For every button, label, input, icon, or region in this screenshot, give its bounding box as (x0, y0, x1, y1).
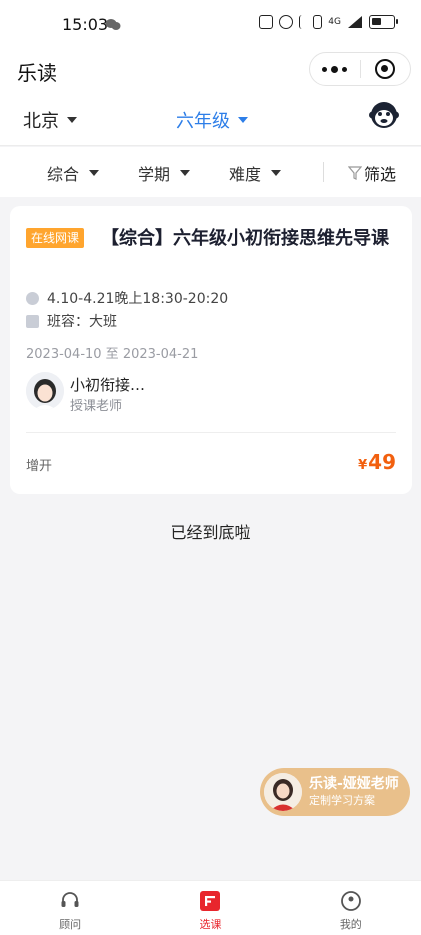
status-bar: 15:03 4G (0, 0, 421, 48)
nfc-icon (259, 15, 274, 29)
miniapp-capsule (309, 52, 411, 86)
difficulty-dropdown[interactable]: 难度 (229, 161, 282, 185)
vibrate-icon (313, 15, 323, 29)
network-label: 4G (328, 17, 341, 27)
caret-down-icon (67, 117, 77, 123)
funnel-icon (348, 166, 362, 180)
app-header: 乐读 (0, 48, 421, 92)
caret-down-icon (238, 117, 248, 123)
sort-dropdown[interactable]: 综合 (47, 161, 100, 185)
teacher-avatar (26, 372, 64, 410)
target-icon (375, 59, 396, 79)
close-miniapp-button[interactable] (360, 59, 410, 79)
tab-label: 选课 (199, 918, 222, 931)
screen-filter-button[interactable]: 筛选 (348, 161, 396, 185)
tab-courses[interactable]: 选课 (140, 881, 280, 935)
teacher-name: 小初衔接… (70, 376, 146, 394)
more-options-icon[interactable] (310, 65, 360, 73)
term-dropdown[interactable]: 学期 (138, 161, 191, 185)
price-value: 49 (368, 450, 396, 474)
mascot-avatar-icon[interactable] (369, 100, 399, 130)
consultant-avatar (264, 773, 302, 811)
status-time: 15:03 (62, 15, 109, 34)
tab-advisor[interactable]: 顾问 (0, 881, 140, 935)
price-currency: ¥ (358, 458, 368, 473)
seat-status: 增开 (26, 459, 53, 474)
bluetooth-icon (299, 15, 307, 29)
card-divider (26, 432, 396, 433)
course-price: ¥ 49 (358, 450, 396, 474)
message-icon (105, 19, 121, 30)
class-type: 班容：大班 (47, 314, 117, 330)
grade-selector[interactable]: 六年级 (176, 107, 248, 133)
battery-icon (369, 15, 398, 29)
class-type-row: 班容：大班 (26, 311, 117, 331)
difficulty-label: 难度 (229, 165, 262, 184)
tab-mine[interactable]: 我的 (281, 881, 421, 935)
city-label: 北京 (23, 111, 59, 132)
location-grade-bar: 北京 六年级 (0, 92, 421, 146)
caret-down-icon (180, 170, 191, 176)
status-icons: 4G (259, 15, 398, 29)
signal-icon (348, 16, 362, 28)
class-icon (26, 314, 39, 328)
grade-label: 六年级 (176, 111, 230, 132)
profile-icon (339, 889, 363, 913)
caret-down-icon (271, 170, 282, 176)
tab-label: 我的 (339, 918, 362, 931)
term-label: 学期 (138, 165, 171, 184)
course-date-range: 2023-04-10 至 2023-04-21 (26, 347, 199, 362)
course-select-icon (198, 889, 222, 913)
bottom-tabbar: 顾问 选课 我的 (0, 880, 421, 935)
headset-icon (58, 889, 82, 913)
course-filter-bar: 综合 学期 难度 筛选 (0, 147, 421, 197)
consult-subtitle: 定制学习方案 (309, 794, 375, 807)
consult-title: 乐读-娅娅老师 (309, 776, 399, 792)
sort-label: 综合 (47, 165, 80, 184)
alarm-icon (279, 15, 294, 29)
teacher-role: 授课老师 (70, 399, 123, 414)
course-card[interactable]: 【综合】六年级小初衔接思维先导课 在线网课 4.10-4.21晚上18:30-2… (10, 206, 412, 494)
city-selector[interactable]: 北京 (23, 107, 77, 133)
screen-label: 筛选 (364, 165, 397, 184)
online-course-badge: 在线网课 (26, 228, 85, 248)
caret-down-icon (89, 170, 100, 176)
clock-icon (26, 291, 39, 305)
course-time-row: 4.10-4.21晚上18:30-20:20 (26, 288, 228, 308)
course-time: 4.10-4.21晚上18:30-20:20 (47, 291, 229, 307)
filter-divider (323, 162, 324, 182)
consult-float-button[interactable]: 乐读-娅娅老师 定制学习方案 (260, 768, 410, 816)
page-title: 乐读 (17, 61, 57, 85)
end-of-list-text: 已经到底啦 (170, 523, 251, 542)
tab-label: 顾问 (59, 918, 82, 931)
